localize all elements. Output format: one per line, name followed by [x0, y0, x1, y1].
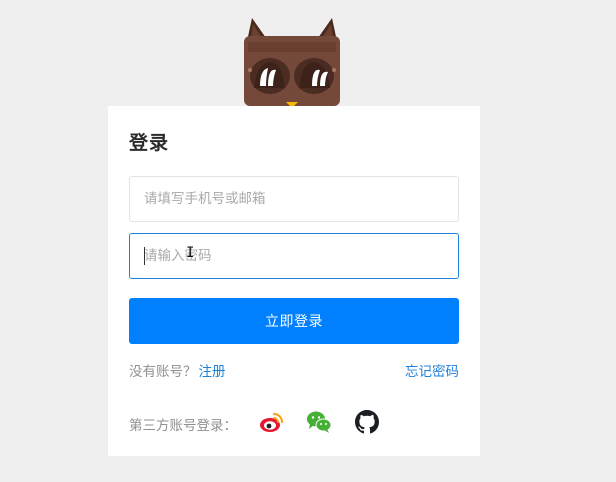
text-caret [144, 247, 145, 265]
third-party-label: 第三方账号登录： [129, 418, 237, 434]
owl-mascot-icon [240, 16, 344, 110]
no-account-text: 没有账号？ [129, 364, 197, 380]
third-party-login: 第三方账号登录： [129, 410, 459, 434]
password-input[interactable] [129, 233, 459, 279]
login-card: 登录 I 立即登录 没有账号？注册 忘记密码 第三方账号登录： [108, 106, 480, 456]
phone-email-input[interactable] [129, 176, 459, 222]
forgot-password-link[interactable]: 忘记密码 [405, 360, 459, 380]
login-button[interactable]: 立即登录 [129, 298, 459, 344]
register-link[interactable]: 注册 [199, 364, 226, 380]
weibo-icon[interactable] [259, 410, 285, 434]
github-icon[interactable] [355, 410, 381, 434]
login-title: 登录 [129, 132, 170, 154]
login-page: 登录 I 立即登录 没有账号？注册 忘记密码 第三方账号登录： [0, 0, 616, 482]
wechat-icon[interactable] [306, 410, 332, 434]
account-links-row: 没有账号？ 注册 忘记密码 [129, 360, 459, 380]
